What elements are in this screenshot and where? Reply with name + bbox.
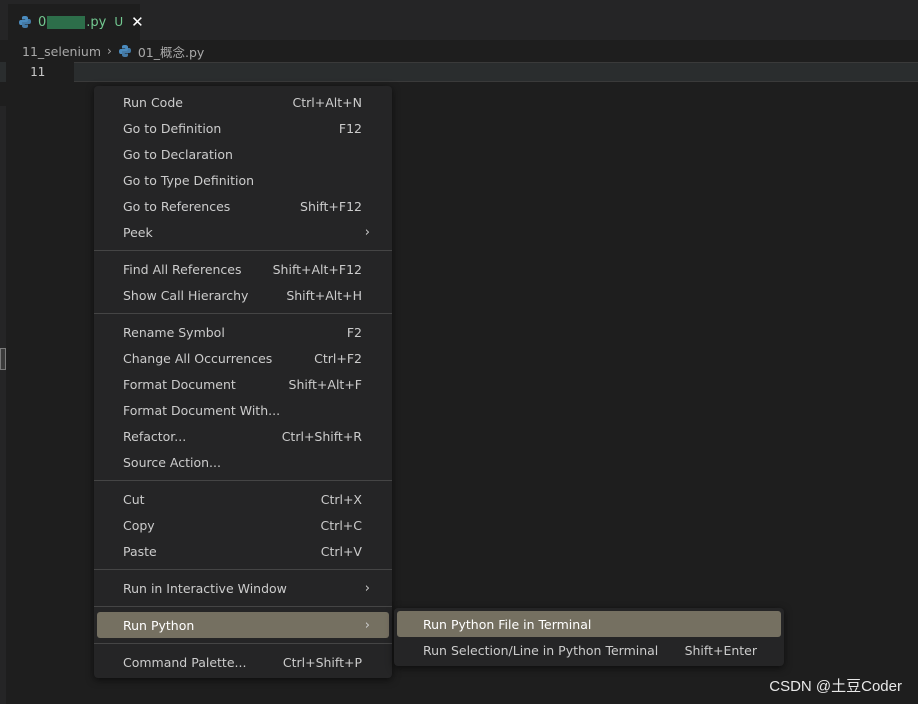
- menu-item-shortcut: Ctrl+X: [320, 491, 362, 507]
- menu-separator: [94, 606, 392, 607]
- breadcrumb-folder[interactable]: 11_selenium: [22, 44, 101, 59]
- menu-item-shortcut: Ctrl+Shift+P: [282, 654, 362, 670]
- breadcrumb: 11_selenium › 01_概念.py: [0, 40, 918, 62]
- code-line[interactable]: 11: [0, 62, 918, 82]
- menu-item-shortcut: F12: [338, 120, 362, 136]
- menu-item-label: Peek: [123, 224, 153, 240]
- menu-separator: [94, 643, 392, 644]
- menu-item-rename-symbol[interactable]: Rename Symbol F2: [97, 319, 389, 345]
- menu-item-shortcut: Ctrl+C: [320, 517, 362, 533]
- gutter-marker: [0, 62, 6, 82]
- menu-item-run-python[interactable]: Run Python ›: [97, 612, 389, 638]
- menu-item-shortcut: Shift+Alt+H: [286, 287, 362, 303]
- menu-item-label: Refactor...: [123, 428, 187, 444]
- menu-item-format-document-with[interactable]: Format Document With...: [97, 397, 389, 423]
- redacted-region: [47, 15, 86, 29]
- menu-item-label: Go to Definition: [123, 120, 222, 136]
- menu-item-change-all-occurrences[interactable]: Change All Occurrences Ctrl+F2: [97, 345, 389, 371]
- menu-item-go-to-type-definition[interactable]: Go to Type Definition: [97, 167, 389, 193]
- menu-item-label: Run Python: [123, 617, 195, 633]
- gutter-strip: [0, 106, 6, 704]
- chevron-right-icon: ›: [107, 44, 112, 58]
- menu-item-label: Cut: [123, 491, 145, 507]
- menu-item-label: Run Python File in Terminal: [423, 616, 592, 632]
- context-menu: Run Code Ctrl+Alt+N Go to Definition F12 Go …: [94, 86, 392, 678]
- menu-item-label: Command Palette...: [123, 654, 247, 670]
- breadcrumb-file[interactable]: 01_概念.py: [138, 42, 204, 61]
- menu-item-shortcut: Ctrl+Alt+N: [292, 94, 362, 110]
- menu-item-run-selection-line-in-python-terminal[interactable]: Run Selection/Line in Python Terminal Shi…: [397, 637, 781, 663]
- menu-item-find-all-references[interactable]: Find All References Shift+Alt+F12: [97, 256, 389, 282]
- menu-item-label: Show Call Hierarchy: [123, 287, 249, 303]
- menu-item-label: Go to Type Definition: [123, 172, 255, 188]
- menu-item-label: Paste: [123, 543, 157, 559]
- menu-item-peek[interactable]: Peek ›: [97, 219, 389, 245]
- menu-item-shortcut: Shift+Enter: [684, 642, 757, 658]
- menu-item-label: Run Code: [123, 94, 183, 110]
- menu-separator: [94, 480, 392, 481]
- menu-item-refactor[interactable]: Refactor... Ctrl+Shift+R: [97, 423, 389, 449]
- menu-item-shortcut: Shift+Alt+F: [288, 376, 362, 392]
- current-line-highlight: [74, 62, 918, 82]
- menu-item-shortcut: F2: [346, 324, 362, 340]
- menu-separator: [94, 313, 392, 314]
- editor-tab[interactable]: 0 .py U ✕: [8, 4, 144, 40]
- line-number: 11: [30, 64, 46, 79]
- chevron-right-icon: ›: [364, 617, 370, 633]
- menu-item-label: Run Selection/Line in Python Terminal: [423, 642, 659, 658]
- menu-item-label: Run in Interactive Window: [123, 580, 287, 596]
- menu-item-label: Rename Symbol: [123, 324, 225, 340]
- tab-filename: 0 .py: [38, 14, 107, 30]
- chevron-right-icon: ›: [364, 224, 370, 240]
- menu-item-paste[interactable]: Paste Ctrl+V: [97, 538, 389, 564]
- menu-separator: [94, 250, 392, 251]
- menu-item-label: Change All Occurrences: [123, 350, 273, 366]
- menu-item-show-call-hierarchy[interactable]: Show Call Hierarchy Shift+Alt+H: [97, 282, 389, 308]
- close-icon[interactable]: ✕: [131, 14, 144, 30]
- menu-item-shortcut: Ctrl+F2: [314, 350, 362, 366]
- menu-item-shortcut: Ctrl+V: [320, 543, 362, 559]
- menu-item-label: Format Document: [123, 376, 236, 392]
- watermark: CSDN @土豆Coder: [769, 678, 902, 695]
- menu-item-shortcut: Shift+F12: [300, 198, 362, 214]
- menu-item-label: Copy: [123, 517, 155, 533]
- run-python-submenu: Run Python File in Terminal Run Selection…: [394, 608, 784, 666]
- menu-item-label: Go to Declaration: [123, 146, 233, 162]
- menu-item-label: Format Document With...: [123, 402, 281, 418]
- menu-item-run-python-file-in-terminal[interactable]: Run Python File in Terminal: [397, 611, 781, 637]
- menu-item-go-to-declaration[interactable]: Go to Declaration: [97, 141, 389, 167]
- menu-item-run-in-interactive-window[interactable]: Run in Interactive Window ›: [97, 575, 389, 601]
- menu-item-shortcut: Shift+Alt+F12: [272, 261, 362, 277]
- tab-bar: 0 .py U ✕: [0, 0, 918, 40]
- menu-item-copy[interactable]: Copy Ctrl+C: [97, 512, 389, 538]
- python-file-icon: [118, 44, 132, 58]
- menu-item-label: Go to References: [123, 198, 231, 214]
- chevron-right-icon: ›: [364, 580, 370, 596]
- menu-item-shortcut: Ctrl+Shift+R: [281, 428, 362, 444]
- menu-item-cut[interactable]: Cut Ctrl+X: [97, 486, 389, 512]
- scroll-marker: [0, 348, 6, 370]
- menu-item-go-to-definition[interactable]: Go to Definition F12: [97, 115, 389, 141]
- menu-item-run-code[interactable]: Run Code Ctrl+Alt+N: [97, 89, 389, 115]
- menu-separator: [94, 569, 392, 570]
- menu-item-label: Find All References: [123, 261, 242, 277]
- menu-item-command-palette[interactable]: Command Palette... Ctrl+Shift+P: [97, 649, 389, 675]
- python-file-icon: [18, 15, 32, 29]
- menu-item-source-action[interactable]: Source Action...: [97, 449, 389, 475]
- menu-item-format-document[interactable]: Format Document Shift+Alt+F: [97, 371, 389, 397]
- menu-item-go-to-references[interactable]: Go to References Shift+F12: [97, 193, 389, 219]
- menu-item-label: Source Action...: [123, 454, 221, 470]
- untracked-badge: U: [114, 15, 124, 29]
